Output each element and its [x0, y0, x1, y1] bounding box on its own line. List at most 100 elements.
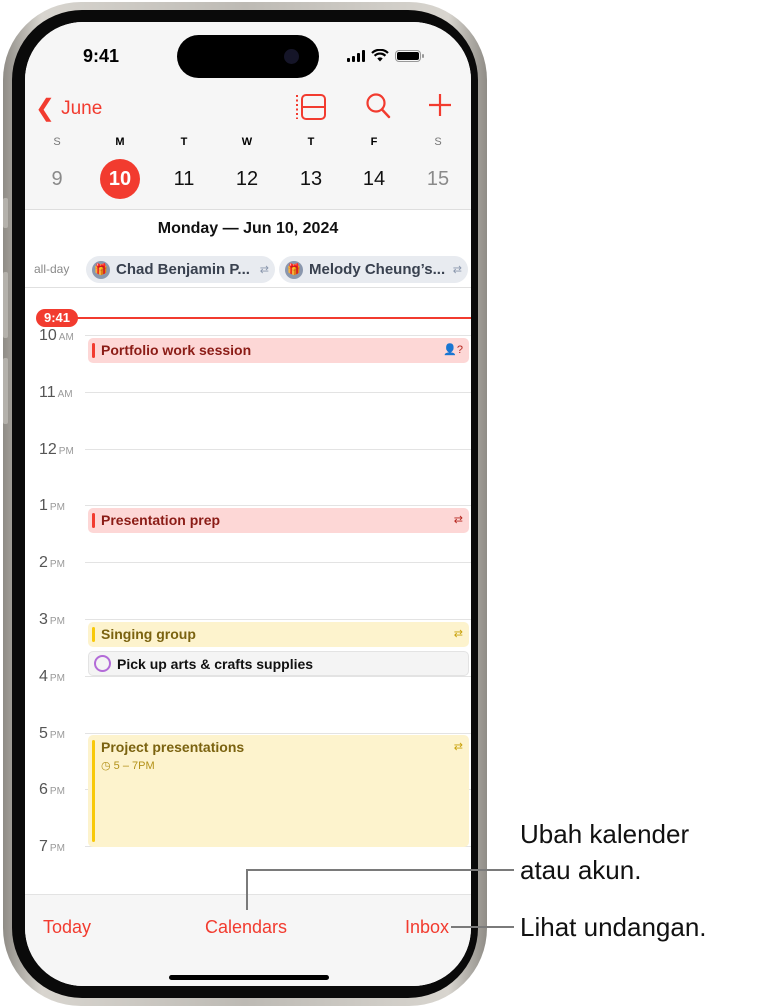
hour-label: 4 PM: [39, 668, 65, 685]
hour-label: 10 AM: [39, 327, 74, 344]
today-button[interactable]: Today: [43, 917, 91, 938]
day-title: Monday — Jun 10, 2024: [157, 220, 339, 237]
chevron-left-icon: ❮: [35, 95, 56, 122]
weekday-mon[interactable]: M 10: [98, 134, 142, 199]
weekday-letter: S: [53, 136, 61, 148]
all-day-label: all-day: [34, 262, 70, 276]
reminder-checkbox[interactable]: [94, 655, 111, 672]
home-indicator[interactable]: [169, 975, 329, 980]
back-to-month-button[interactable]: ❮ June: [35, 94, 102, 123]
day-number[interactable]: 9: [35, 159, 79, 199]
header: 9:41 ❮ June S 9 M 10 T 11 W 12 T 13 F 14…: [25, 22, 471, 210]
status-time: 9:41: [83, 46, 120, 66]
hour-label: 1 PM: [39, 497, 65, 514]
calendars-button[interactable]: Calendars: [205, 917, 287, 938]
callout-leader-inbox: [451, 926, 514, 928]
event-title: Project presentations: [101, 739, 245, 755]
gift-icon: 🎁: [92, 260, 110, 279]
weekday-thu[interactable]: T 13: [289, 134, 333, 199]
hour-row: 12 PM: [25, 441, 471, 461]
hour-label: 6 PM: [39, 781, 65, 798]
callout-leader-calendars: [246, 869, 514, 871]
dynamic-island: [177, 35, 319, 78]
hour-label: 5 PM: [39, 725, 65, 742]
search-icon: [366, 93, 391, 119]
bottom-toolbar: Today Calendars Inbox: [25, 894, 471, 986]
weekday-fri[interactable]: F 14: [352, 134, 396, 199]
calendar-color-bar: [92, 343, 95, 358]
current-time-badge: 9:41: [36, 309, 78, 327]
weekday-letter: W: [241, 136, 253, 148]
current-time-line: [77, 317, 471, 319]
event-title: Portfolio work session: [101, 342, 252, 358]
hour-label: 2 PM: [39, 554, 65, 571]
callout-calendars-text: Ubah kalender atau akun.: [520, 816, 689, 888]
back-label: June: [61, 97, 103, 119]
repeat-icon: ⇄: [453, 628, 463, 640]
weekday-letter: T: [307, 136, 315, 148]
gift-icon: 🎁: [285, 260, 303, 279]
weekday-wed[interactable]: W 12: [225, 134, 269, 199]
all-day-event-title: Melody Cheung’s...: [309, 261, 446, 278]
weekday-letter: M: [115, 136, 125, 148]
phone-frame: 9:41 ❮ June S 9 M 10 T 11 W 12 T 13 F 14…: [3, 2, 487, 1006]
volume-down-button: [3, 358, 8, 424]
hour-label: 11 AM: [39, 384, 73, 401]
hour-label: 3 PM: [39, 611, 65, 628]
event-presentation-prep[interactable]: Presentation prep ⇄: [88, 508, 469, 533]
divider: [25, 287, 471, 288]
volume-up-button: [3, 272, 8, 338]
event-portfolio-work-session[interactable]: Portfolio work session 👤?: [88, 338, 469, 363]
all-day-row: all-day 🎁 Chad Benjamin P... ⇄ 🎁 Melody …: [25, 254, 471, 286]
add-event-button[interactable]: [427, 92, 453, 122]
event-time: ◷ 5 – 7PM: [101, 760, 155, 772]
calendar-color-bar: [92, 513, 95, 528]
list-view-button[interactable]: [295, 92, 327, 127]
event-singing-group[interactable]: Singing group ⇄: [88, 622, 469, 647]
hour-row: 2 PM: [25, 554, 471, 574]
camera-icon: [284, 49, 299, 64]
day-number[interactable]: 11: [162, 159, 206, 199]
battery-icon: [395, 49, 424, 62]
weekday-letter: F: [370, 136, 378, 148]
day-number[interactable]: 13: [289, 159, 333, 199]
day-number[interactable]: 12: [225, 159, 269, 199]
calendar-color-bar: [92, 740, 95, 842]
wifi-icon: [371, 49, 389, 62]
day-number-today[interactable]: 10: [100, 159, 140, 199]
all-day-event-title: Chad Benjamin P...: [116, 261, 250, 278]
hour-label: 7 PM: [39, 838, 65, 855]
all-day-event[interactable]: 🎁 Chad Benjamin P... ⇄: [86, 256, 275, 283]
search-button[interactable]: [365, 92, 391, 125]
repeat-icon: ⇄: [452, 264, 462, 276]
hour-label: 12 PM: [39, 441, 74, 458]
week-strip: S9 M 10 T 11 W 12 T 13 F 14 S 15: [25, 134, 471, 204]
weekday-sun[interactable]: S9: [35, 134, 79, 199]
reminder-title: Pick up arts & crafts supplies: [117, 656, 314, 672]
day-number[interactable]: 14: [352, 159, 396, 199]
screen: 9:41 ❮ June S 9 M 10 T 11 W 12 T 13 F 14…: [25, 22, 471, 986]
status-icons: [347, 49, 424, 62]
all-day-event[interactable]: 🎁 Melody Cheung’s... ⇄: [279, 256, 468, 283]
hour-row: 11 AM: [25, 384, 471, 404]
repeat-icon: ⇄: [453, 514, 463, 526]
calendar-color-bar: [92, 627, 95, 642]
repeat-icon: ⇄: [259, 264, 269, 276]
callout-leader-calendars: [246, 870, 248, 910]
repeat-icon: ⇄: [453, 741, 463, 753]
callout-line-1: Ubah kalender: [520, 819, 690, 849]
inbox-button[interactable]: Inbox: [405, 917, 449, 938]
invitee-pending-icon: 👤?: [443, 344, 463, 356]
reminder-item[interactable]: Pick up arts & crafts supplies: [88, 651, 469, 676]
weekday-tue[interactable]: T 11: [162, 134, 206, 199]
event-project-presentations[interactable]: Project presentations ⇄ ◷ 5 – 7PM: [88, 735, 469, 847]
event-title: Presentation prep: [101, 512, 221, 528]
list-view-icon: [296, 94, 326, 120]
weekday-letter: T: [180, 136, 188, 148]
weekday-sat[interactable]: S 15: [416, 134, 460, 199]
callout-inbox-text: Lihat undangan.: [520, 912, 707, 942]
event-title: Singing group: [101, 626, 196, 642]
clock-icon: ◷: [101, 760, 111, 772]
callout-line-2: atau akun.: [520, 855, 642, 885]
day-number[interactable]: 15: [416, 159, 460, 199]
